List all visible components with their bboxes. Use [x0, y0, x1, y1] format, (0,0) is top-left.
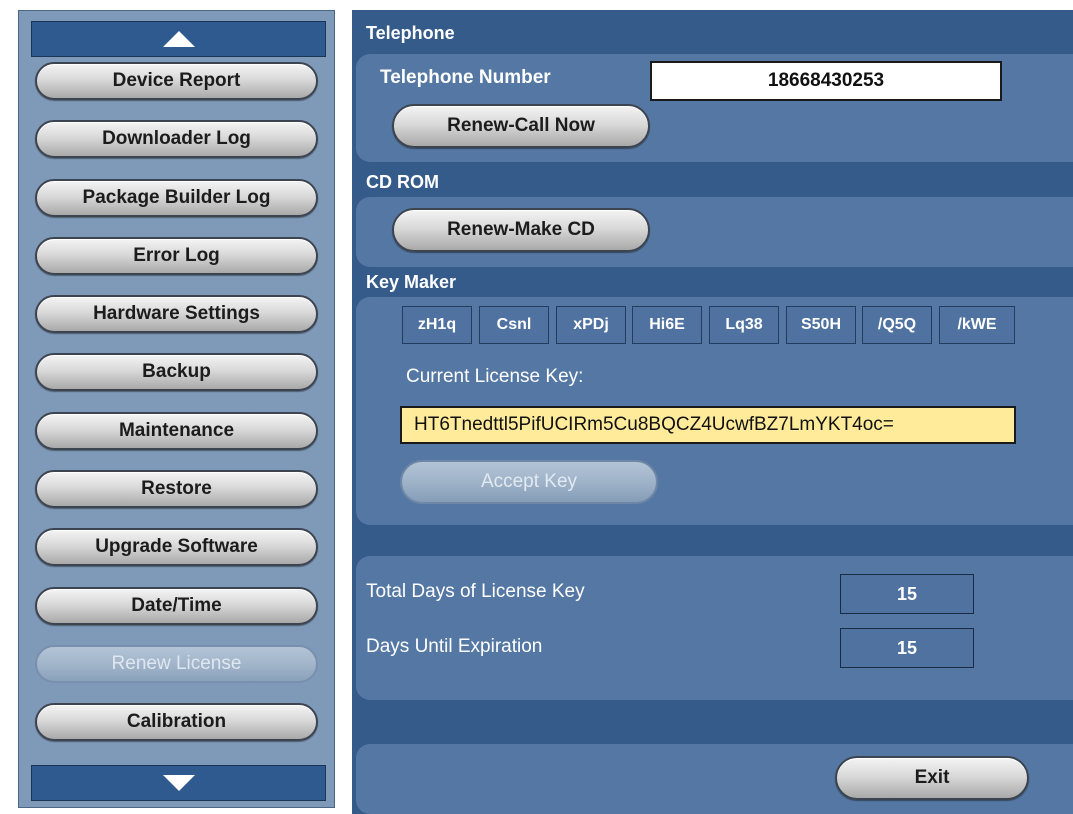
triangle-up-icon	[162, 31, 195, 47]
device-report-button[interactable]: Device Report	[35, 62, 318, 100]
key-segment: xPDj	[556, 306, 626, 344]
maintenance-button[interactable]: Maintenance	[35, 412, 318, 450]
renew-license-button: Renew License	[35, 645, 318, 683]
exit-button[interactable]: Exit	[835, 756, 1029, 800]
keymaker-section-title: Key Maker	[366, 272, 457, 292]
renew-call-now-button[interactable]: Renew-Call Now	[392, 104, 650, 148]
key-segment: Lq38	[709, 306, 779, 344]
telephone-number-label: Telephone Number	[380, 67, 551, 88]
restore-button[interactable]: Restore	[35, 470, 318, 508]
sidebar-nav: Device Report Downloader Log Package Bui…	[18, 10, 335, 808]
cdrom-section-title: CD ROM	[366, 172, 439, 192]
license-panel: Telephone Telephone Number 18668430253 R…	[352, 10, 1073, 814]
key-segment: S50H	[786, 306, 856, 344]
accept-key-button: Accept Key	[400, 460, 658, 504]
date-time-button[interactable]: Date/Time	[35, 587, 318, 625]
telephone-number-field: 18668430253	[650, 61, 1002, 101]
scroll-up-button[interactable]	[31, 21, 326, 57]
downloader-log-button[interactable]: Downloader Log	[35, 120, 318, 158]
key-segment: /Q5Q	[862, 306, 932, 344]
triangle-down-icon	[162, 775, 195, 791]
total-days-label: Total Days of License Key	[366, 581, 585, 602]
key-segment: Hi6E	[632, 306, 702, 344]
hardware-settings-button[interactable]: Hardware Settings	[35, 295, 318, 333]
upgrade-software-button[interactable]: Upgrade Software	[35, 528, 318, 566]
current-license-key-field: HT6Tnedttl5PifUCIRm5Cu8BQCZ4UcwfBZ7LmYKT…	[400, 406, 1016, 444]
key-segment: Csnl	[479, 306, 549, 344]
key-segment: /kWE	[939, 306, 1015, 344]
key-segment: zH1q	[402, 306, 472, 344]
error-log-button[interactable]: Error Log	[35, 237, 318, 275]
current-license-key-label: Current License Key:	[406, 366, 584, 387]
renew-make-cd-button[interactable]: Renew-Make CD	[392, 208, 650, 252]
total-days-field: 15	[840, 574, 974, 614]
days-until-expiration-label: Days Until Expiration	[366, 636, 543, 657]
package-builder-log-button[interactable]: Package Builder Log	[35, 179, 318, 217]
backup-button[interactable]: Backup	[35, 353, 318, 391]
calibration-button[interactable]: Calibration	[35, 703, 318, 741]
scroll-down-button[interactable]	[31, 765, 326, 801]
days-until-expiration-field: 15	[840, 628, 974, 668]
telephone-section-title: Telephone	[366, 23, 455, 43]
